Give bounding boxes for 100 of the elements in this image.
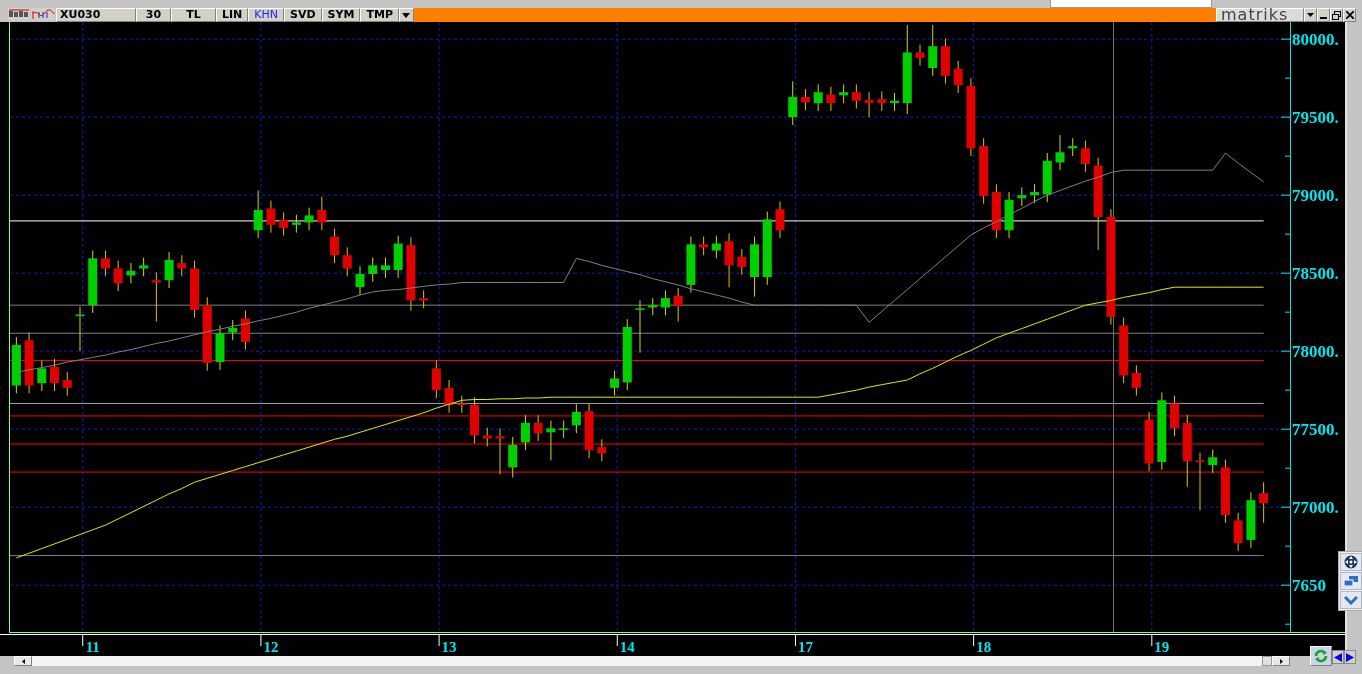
toolbar-button[interactable]: SYM xyxy=(321,8,361,22)
candlestick xyxy=(800,88,810,111)
candlestick xyxy=(520,414,530,451)
candlestick xyxy=(1246,491,1256,549)
candlestick xyxy=(368,257,378,283)
minimize-button[interactable] xyxy=(1317,8,1330,22)
next-button[interactable] xyxy=(1344,650,1356,664)
candlestick xyxy=(826,86,836,112)
right-arrow-icon xyxy=(1279,658,1283,664)
symbol-field[interactable]: XU030 xyxy=(56,8,136,22)
candlestick xyxy=(686,236,696,294)
candlestick xyxy=(851,83,861,110)
windows-icon xyxy=(1344,576,1358,586)
caret-icon xyxy=(1307,13,1314,17)
candlestick xyxy=(75,306,85,352)
candlestick xyxy=(126,262,136,284)
refresh-button[interactable] xyxy=(1310,646,1332,666)
caret-icon xyxy=(402,12,411,18)
candlestick xyxy=(253,190,263,239)
candlestick xyxy=(788,80,798,126)
candlestick xyxy=(877,90,887,112)
candlestick xyxy=(915,44,925,67)
candlestick xyxy=(635,300,645,354)
candlestick xyxy=(393,235,403,279)
wave-chart-icon[interactable] xyxy=(31,8,55,20)
toolbar-button[interactable]: SVD xyxy=(284,8,322,22)
scroll-right-button[interactable] xyxy=(1272,656,1290,666)
axis-label: 80000. xyxy=(1292,30,1339,50)
axis-label: 7650 xyxy=(1292,576,1326,596)
candlestick xyxy=(470,396,480,444)
restore-icon xyxy=(1332,10,1341,20)
close-button[interactable] xyxy=(1343,8,1356,22)
candlestick xyxy=(151,271,161,323)
candlestick xyxy=(190,260,200,319)
candlestick xyxy=(482,427,492,447)
toolbar-button[interactable]: TL xyxy=(171,8,216,22)
candlestick xyxy=(1080,140,1090,173)
restore-button[interactable] xyxy=(1330,8,1343,22)
close-icon xyxy=(1345,11,1354,19)
candlestick xyxy=(584,402,594,459)
scrollbar-thumb[interactable] xyxy=(1262,656,1272,666)
candlestick xyxy=(711,235,721,259)
candlestick xyxy=(1004,191,1014,239)
candlestick xyxy=(991,183,1001,239)
candlestick xyxy=(839,83,849,104)
candlestick xyxy=(37,360,47,392)
candlestick xyxy=(240,310,250,351)
candlestick xyxy=(953,60,963,94)
candlestick xyxy=(864,91,874,118)
toolbar-button[interactable]: KHN xyxy=(248,8,285,22)
candlestick xyxy=(1259,481,1269,524)
candlestick xyxy=(177,254,187,277)
axis-label: 77000. xyxy=(1292,498,1339,518)
candlestick xyxy=(279,211,289,237)
candlestick xyxy=(139,257,149,277)
candlestick xyxy=(457,395,467,414)
menu-button[interactable] xyxy=(1304,8,1317,22)
candlestick xyxy=(940,37,950,85)
toolbar-button[interactable]: 30 xyxy=(136,8,171,22)
candlestick xyxy=(1220,459,1230,524)
previous-button[interactable] xyxy=(1332,650,1344,664)
candlestick xyxy=(1195,452,1205,511)
axis-label: 77500. xyxy=(1292,420,1339,440)
candlestick xyxy=(88,250,98,314)
candlestick xyxy=(648,297,658,316)
candlestick xyxy=(775,200,785,239)
left-arrow-icon xyxy=(21,658,25,664)
candlestick xyxy=(330,228,340,264)
collapse-button[interactable] xyxy=(1340,591,1362,609)
candlestick xyxy=(559,420,569,439)
toolbar-button[interactable]: LIN xyxy=(216,8,249,22)
candlestick xyxy=(215,324,225,371)
candlestick xyxy=(533,414,543,442)
move-button[interactable] xyxy=(1340,553,1362,571)
axis-label: 18 xyxy=(976,639,992,655)
candlestick xyxy=(1017,186,1027,207)
candlestick xyxy=(546,420,556,461)
candlestick xyxy=(266,200,276,234)
candlestick xyxy=(1131,364,1141,397)
scrollbar[interactable] xyxy=(14,656,1290,666)
candlestick xyxy=(660,289,670,316)
candlestick xyxy=(291,214,301,234)
candlestick xyxy=(1055,134,1065,171)
candlestick xyxy=(597,438,607,462)
scroll-left-button[interactable] xyxy=(14,656,32,666)
toolbar-button[interactable]: TMP xyxy=(360,8,399,22)
candlestick xyxy=(813,83,823,112)
candlestick xyxy=(304,207,314,231)
candlestick xyxy=(1208,448,1218,474)
axis-label: 78000. xyxy=(1292,342,1339,362)
windows-button[interactable] xyxy=(1340,572,1362,590)
candlestick xyxy=(317,196,327,231)
candlestick xyxy=(571,403,581,434)
candlestick xyxy=(610,370,620,397)
candlestick xyxy=(431,360,441,399)
candlestick xyxy=(1144,411,1154,472)
candlestick xyxy=(24,331,34,394)
candlestick xyxy=(1233,512,1243,552)
candlestick-chart-icon[interactable] xyxy=(8,8,30,20)
axis-label: 12 xyxy=(263,639,279,655)
